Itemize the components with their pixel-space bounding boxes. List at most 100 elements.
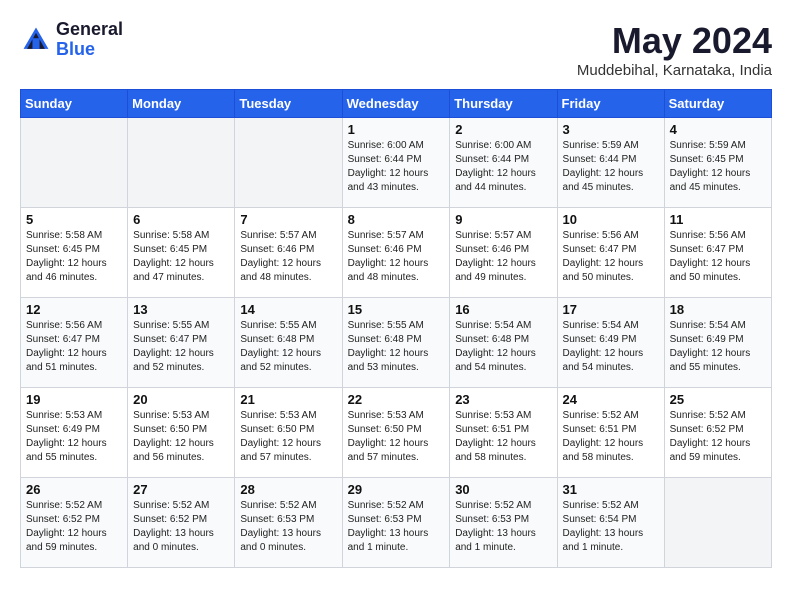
day-info: Sunrise: 5:57 AM Sunset: 6:46 PM Dayligh… [348, 229, 445, 285]
day-number: 25 [670, 392, 766, 407]
header-row: SundayMondayTuesdayWednesdayThursdayFrid… [21, 90, 772, 118]
day-info: Sunrise: 5:55 AM Sunset: 6:48 PM Dayligh… [240, 319, 336, 375]
day-info: Sunrise: 5:53 AM Sunset: 6:51 PM Dayligh… [455, 409, 551, 465]
day-info: Sunrise: 5:52 AM Sunset: 6:52 PM Dayligh… [670, 409, 766, 465]
day-info: Sunrise: 5:54 AM Sunset: 6:48 PM Dayligh… [455, 319, 551, 375]
day-info: Sunrise: 5:54 AM Sunset: 6:49 PM Dayligh… [670, 319, 766, 375]
calendar-cell: 1 Sunrise: 6:00 AM Sunset: 6:44 PM Daylig… [342, 118, 450, 208]
calendar-cell: 25 Sunrise: 5:52 AM Sunset: 6:52 PM Dayli… [664, 388, 771, 478]
calendar-cell [21, 118, 128, 208]
day-header-thursday: Thursday [450, 90, 557, 118]
calendar-cell: 10 Sunrise: 5:56 AM Sunset: 6:47 PM Dayli… [557, 208, 664, 298]
calendar-cell: 20 Sunrise: 5:53 AM Sunset: 6:50 PM Dayli… [128, 388, 235, 478]
day-info: Sunrise: 5:53 AM Sunset: 6:50 PM Dayligh… [348, 409, 445, 465]
calendar-cell: 30Sunrise: 5:52 AM Sunset: 6:53 PM Dayli… [450, 478, 557, 568]
calendar-cell: 2 Sunrise: 6:00 AM Sunset: 6:44 PM Daylig… [450, 118, 557, 208]
day-number: 15 [348, 302, 445, 317]
day-info: Sunrise: 5:52 AM Sunset: 6:53 PM Dayligh… [455, 499, 551, 555]
day-info: Sunrise: 6:00 AM Sunset: 6:44 PM Dayligh… [455, 139, 551, 195]
day-number: 20 [133, 392, 229, 407]
calendar-cell: 26 Sunrise: 5:52 AM Sunset: 6:52 PM Dayli… [21, 478, 128, 568]
calendar-cell: 6Sunrise: 5:58 AM Sunset: 6:45 PM Daylig… [128, 208, 235, 298]
calendar-cell: 31Sunrise: 5:52 AM Sunset: 6:54 PM Dayli… [557, 478, 664, 568]
day-number: 23 [455, 392, 551, 407]
day-number: 11 [670, 212, 766, 227]
day-info: Sunrise: 5:55 AM Sunset: 6:48 PM Dayligh… [348, 319, 445, 375]
calendar-cell: 15 Sunrise: 5:55 AM Sunset: 6:48 PM Dayli… [342, 298, 450, 388]
day-number: 19 [26, 392, 122, 407]
day-number: 4 [670, 122, 766, 137]
day-number: 24 [563, 392, 659, 407]
calendar-cell [664, 478, 771, 568]
calendar-cell: 21 Sunrise: 5:53 AM Sunset: 6:50 PM Dayli… [235, 388, 342, 478]
day-info: Sunrise: 6:00 AM Sunset: 6:44 PM Dayligh… [348, 139, 445, 195]
day-number: 9 [455, 212, 551, 227]
day-number: 14 [240, 302, 336, 317]
month-title: May 2024 [577, 20, 772, 62]
day-info: Sunrise: 5:56 AM Sunset: 6:47 PM Dayligh… [26, 319, 122, 375]
title-block: May 2024 Muddebihal, Karnataka, India [577, 20, 772, 79]
calendar-cell: 5 Sunrise: 5:58 AM Sunset: 6:45 PM Daylig… [21, 208, 128, 298]
day-number: 13 [133, 302, 229, 317]
calendar-cell: 17 Sunrise: 5:54 AM Sunset: 6:49 PM Dayli… [557, 298, 664, 388]
day-info: Sunrise: 5:57 AM Sunset: 6:46 PM Dayligh… [240, 229, 336, 285]
day-number: 8 [348, 212, 445, 227]
day-number: 18 [670, 302, 766, 317]
day-header-friday: Friday [557, 90, 664, 118]
day-number: 5 [26, 212, 122, 227]
calendar-cell [128, 118, 235, 208]
calendar-cell: 9 Sunrise: 5:57 AM Sunset: 6:46 PM Daylig… [450, 208, 557, 298]
day-info: Sunrise: 5:52 AM Sunset: 6:53 PM Dayligh… [240, 499, 336, 555]
week-row-3: 12Sunrise: 5:56 AM Sunset: 6:47 PM Dayli… [21, 298, 772, 388]
day-number: 29 [348, 482, 445, 497]
day-header-sunday: Sunday [21, 90, 128, 118]
calendar-cell: 28Sunrise: 5:52 AM Sunset: 6:53 PM Dayli… [235, 478, 342, 568]
logo-blue: Blue [56, 40, 123, 60]
week-row-5: 26 Sunrise: 5:52 AM Sunset: 6:52 PM Dayli… [21, 478, 772, 568]
week-row-4: 19 Sunrise: 5:53 AM Sunset: 6:49 PM Dayli… [21, 388, 772, 478]
calendar-cell: 27Sunrise: 5:52 AM Sunset: 6:52 PM Dayli… [128, 478, 235, 568]
day-number: 1 [348, 122, 445, 137]
calendar-cell: 24 Sunrise: 5:52 AM Sunset: 6:51 PM Dayli… [557, 388, 664, 478]
day-info: Sunrise: 5:52 AM Sunset: 6:52 PM Dayligh… [133, 499, 229, 555]
day-info: Sunrise: 5:56 AM Sunset: 6:47 PM Dayligh… [670, 229, 766, 285]
day-info: Sunrise: 5:53 AM Sunset: 6:50 PM Dayligh… [240, 409, 336, 465]
calendar-cell: 23 Sunrise: 5:53 AM Sunset: 6:51 PM Dayli… [450, 388, 557, 478]
calendar-cell: 13 Sunrise: 5:55 AM Sunset: 6:47 PM Dayli… [128, 298, 235, 388]
logo-general: General [56, 20, 123, 40]
day-info: Sunrise: 5:57 AM Sunset: 6:46 PM Dayligh… [455, 229, 551, 285]
calendar-cell: 18 Sunrise: 5:54 AM Sunset: 6:49 PM Dayli… [664, 298, 771, 388]
day-info: Sunrise: 5:56 AM Sunset: 6:47 PM Dayligh… [563, 229, 659, 285]
day-info: Sunrise: 5:52 AM Sunset: 6:54 PM Dayligh… [563, 499, 659, 555]
calendar-cell: 8 Sunrise: 5:57 AM Sunset: 6:46 PM Daylig… [342, 208, 450, 298]
day-info: Sunrise: 5:53 AM Sunset: 6:50 PM Dayligh… [133, 409, 229, 465]
day-info: Sunrise: 5:53 AM Sunset: 6:49 PM Dayligh… [26, 409, 122, 465]
day-number: 17 [563, 302, 659, 317]
day-number: 21 [240, 392, 336, 407]
day-info: Sunrise: 5:52 AM Sunset: 6:52 PM Dayligh… [26, 499, 122, 555]
calendar-table: SundayMondayTuesdayWednesdayThursdayFrid… [20, 89, 772, 568]
calendar-cell: 3Sunrise: 5:59 AM Sunset: 6:44 PM Daylig… [557, 118, 664, 208]
day-info: Sunrise: 5:52 AM Sunset: 6:51 PM Dayligh… [563, 409, 659, 465]
week-row-2: 5 Sunrise: 5:58 AM Sunset: 6:45 PM Daylig… [21, 208, 772, 298]
location: Muddebihal, Karnataka, India [577, 62, 772, 79]
day-number: 3 [563, 122, 659, 137]
day-info: Sunrise: 5:59 AM Sunset: 6:45 PM Dayligh… [670, 139, 766, 195]
day-number: 10 [563, 212, 659, 227]
day-info: Sunrise: 5:58 AM Sunset: 6:45 PM Dayligh… [26, 229, 122, 285]
week-row-1: 1 Sunrise: 6:00 AM Sunset: 6:44 PM Daylig… [21, 118, 772, 208]
logo-text: General Blue [56, 20, 123, 60]
day-info: Sunrise: 5:52 AM Sunset: 6:53 PM Dayligh… [348, 499, 445, 555]
day-info: Sunrise: 5:55 AM Sunset: 6:47 PM Dayligh… [133, 319, 229, 375]
calendar-cell: 16Sunrise: 5:54 AM Sunset: 6:48 PM Dayli… [450, 298, 557, 388]
day-info: Sunrise: 5:54 AM Sunset: 6:49 PM Dayligh… [563, 319, 659, 375]
day-header-monday: Monday [128, 90, 235, 118]
calendar-cell: 7Sunrise: 5:57 AM Sunset: 6:46 PM Daylig… [235, 208, 342, 298]
day-number: 26 [26, 482, 122, 497]
day-header-saturday: Saturday [664, 90, 771, 118]
calendar-cell: 29 Sunrise: 5:52 AM Sunset: 6:53 PM Dayli… [342, 478, 450, 568]
logo-icon [20, 24, 52, 56]
calendar-cell: 11 Sunrise: 5:56 AM Sunset: 6:47 PM Dayli… [664, 208, 771, 298]
calendar-cell: 12Sunrise: 5:56 AM Sunset: 6:47 PM Dayli… [21, 298, 128, 388]
day-number: 2 [455, 122, 551, 137]
